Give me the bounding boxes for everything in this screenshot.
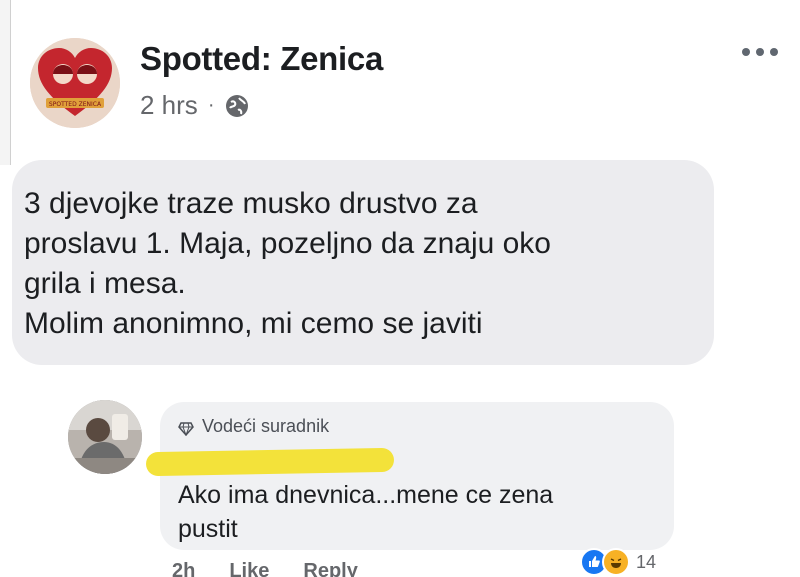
post-text-line: Molim anonimno, mi cemo se javiti bbox=[24, 307, 483, 340]
spotted-zenica-logo: SPOTTED ZENICA bbox=[30, 38, 120, 128]
facebook-post: SPOTTED ZENICA Spotted: Zenica 2 hrs · 3… bbox=[0, 0, 800, 577]
left-panel-edge bbox=[0, 0, 11, 165]
comment-timestamp[interactable]: 2h bbox=[172, 560, 195, 577]
reply-button[interactable]: Reply bbox=[303, 560, 357, 577]
page-name-link[interactable]: Spotted: Zenica bbox=[140, 40, 383, 78]
page-avatar[interactable]: SPOTTED ZENICA bbox=[30, 38, 120, 128]
meta-separator: · bbox=[207, 94, 215, 116]
post-text-line: grila i mesa. bbox=[24, 267, 186, 300]
reaction-count: 14 bbox=[636, 551, 657, 572]
comment-bubble: Vodeći suradnik Ako ima dnevnica...mene … bbox=[145, 402, 674, 550]
comment-actions: 2h Like Reply bbox=[172, 560, 358, 577]
comment-text-line: pustit bbox=[178, 515, 238, 543]
comment-text: Ako ima dnevnica...mene ce zena pustit bbox=[178, 478, 553, 546]
post-text-line: proslavu 1. Maja, pozeljno da znaju oko bbox=[24, 227, 551, 260]
post-timestamp[interactable]: 2 hrs bbox=[140, 90, 198, 121]
more-options-icon[interactable] bbox=[738, 42, 782, 62]
post-text-bubble: 3 djevojke traze musko drustvo za prosla… bbox=[12, 160, 714, 365]
comment-text-line: Ako ima dnevnica...mene ce zena bbox=[178, 481, 554, 509]
logo-text: SPOTTED ZENICA bbox=[49, 101, 102, 108]
top-contributor-badge: Vodeći suradnik bbox=[178, 416, 329, 437]
reaction-summary[interactable]: 14 bbox=[580, 548, 656, 576]
diamond-icon bbox=[178, 420, 194, 436]
haha-icon bbox=[602, 548, 630, 576]
redacted-author-name bbox=[145, 447, 395, 477]
globe-icon bbox=[224, 93, 250, 119]
post-meta: 2 hrs · bbox=[140, 90, 250, 121]
post-text-line: 3 djevojke traze musko drustvo za bbox=[24, 187, 478, 220]
badge-label: Vodeći suradnik bbox=[202, 416, 330, 436]
commenter-photo bbox=[68, 400, 142, 474]
commenter-avatar[interactable] bbox=[68, 400, 142, 474]
more-dot bbox=[770, 48, 778, 56]
more-dot bbox=[742, 48, 750, 56]
like-button[interactable]: Like bbox=[229, 560, 269, 577]
more-dot bbox=[756, 48, 764, 56]
